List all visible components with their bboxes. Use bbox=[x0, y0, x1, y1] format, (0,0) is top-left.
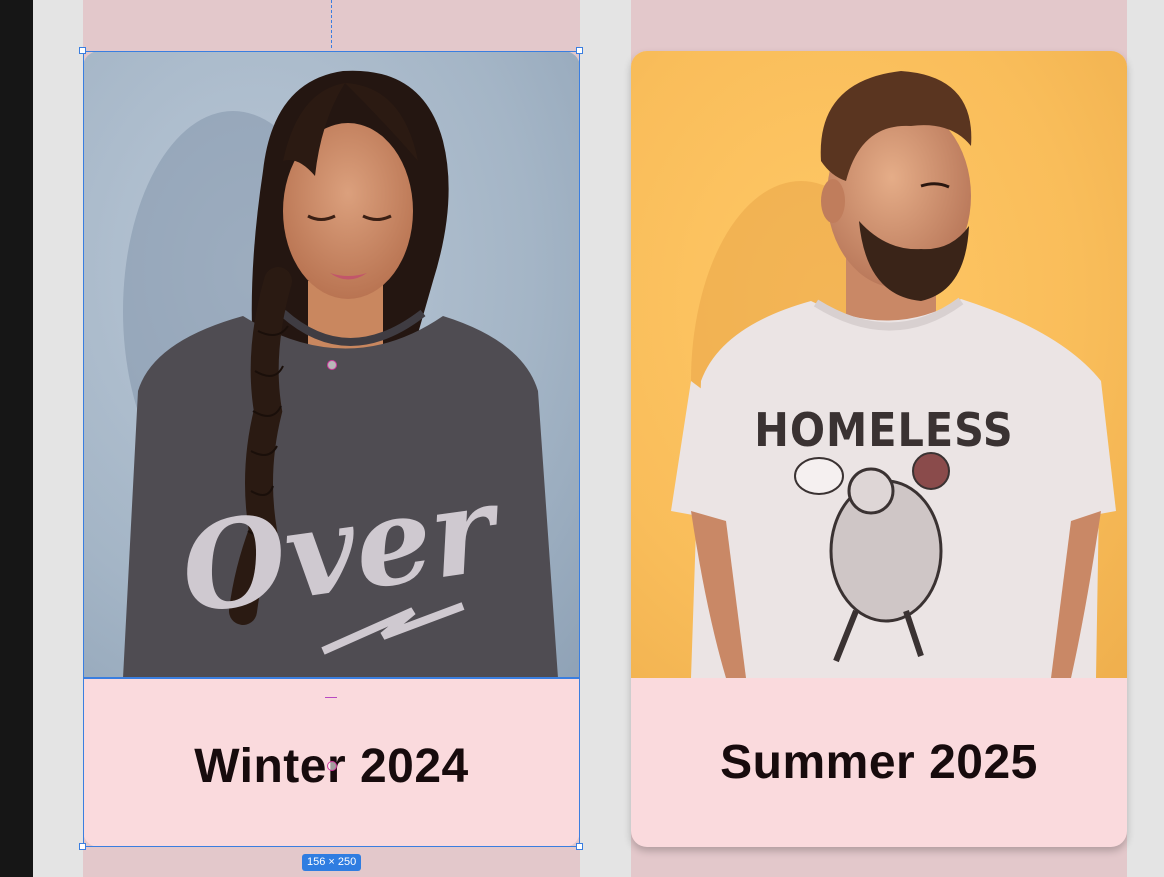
card-image-man[interactable]: HOMELESS bbox=[631, 51, 1127, 678]
resize-handle-top-right[interactable] bbox=[576, 47, 583, 54]
card-title: Summer 2025 bbox=[720, 736, 1038, 789]
resize-handle-bottom-left[interactable] bbox=[79, 843, 86, 850]
text-anchor-point[interactable] bbox=[327, 761, 337, 771]
image-anchor-point[interactable] bbox=[327, 360, 337, 370]
svg-text:HOMELESS: HOMELESS bbox=[754, 403, 1013, 457]
dimension-badge: 156 × 250 bbox=[302, 854, 362, 871]
man-photo-illustration: HOMELESS bbox=[671, 71, 1116, 678]
left-panel-edge bbox=[0, 0, 33, 877]
resize-handle-bottom-right[interactable] bbox=[576, 843, 583, 850]
resize-handle-top-left[interactable] bbox=[79, 47, 86, 54]
padding-marker bbox=[325, 697, 337, 698]
selection-image-boundary bbox=[83, 677, 580, 679]
collection-card-winter[interactable]: Over Winter 2024 bbox=[83, 51, 580, 847]
alignment-guide bbox=[331, 0, 332, 48]
collection-card-summer[interactable]: HOMELESS Summer 2025 bbox=[631, 51, 1127, 847]
